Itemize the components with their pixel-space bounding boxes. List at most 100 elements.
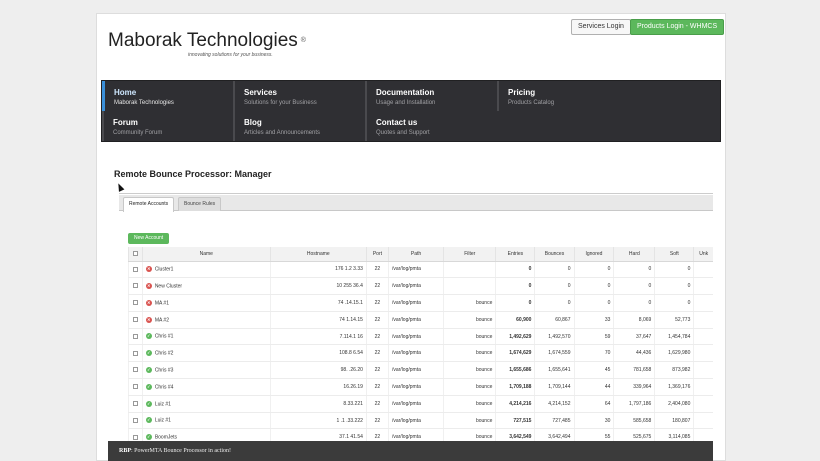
nav-item-subtitle: Products Catalog <box>508 100 555 106</box>
nav-item-contact[interactable]: Contact us Quotes and Support <box>365 111 495 141</box>
row-checkbox[interactable] <box>132 384 138 390</box>
account-name: Luiz #1 <box>154 417 171 424</box>
column-header[interactable]: Bounces <box>534 247 574 262</box>
cell-ignored: 70 <box>573 344 614 363</box>
column-header[interactable]: Filter <box>443 247 496 262</box>
cell-path: /var/log/pmta <box>387 311 444 329</box>
column-header[interactable]: Unk <box>693 247 713 262</box>
account-name: Chris #4 <box>154 384 174 391</box>
row-checkbox[interactable] <box>132 333 138 339</box>
cell-hostname: 74 1.14.15 <box>269 311 367 329</box>
column-header[interactable]: Entries <box>495 247 535 262</box>
table-row[interactable]: ✕ Cluster1 176 1.2 3.33 22/var/log/pmta 0 0 0 0… <box>128 261 713 279</box>
registered-mark: ® <box>300 37 306 45</box>
column-header[interactable]: Soft <box>654 247 694 262</box>
cell-ignored: 30 <box>573 412 614 430</box>
cell-hard: 0 <box>613 277 655 296</box>
table-row[interactable]: ✓ Luiz #1 1 .1 .33.222 22/var/log/pmta bounc… <box>128 412 713 430</box>
row-checkbox[interactable] <box>132 316 138 322</box>
cell-port: 22 <box>365 294 389 312</box>
nav-item-blog[interactable]: Blog Articles and Announcements <box>233 111 363 141</box>
column-header[interactable]: Ignored <box>573 247 614 262</box>
row-select-cell[interactable] <box>128 261 143 279</box>
row-select-cell[interactable] <box>128 294 143 312</box>
table-row[interactable]: ✕ New Cluster 10 255 36.4 22/var/log/pmta 0 0… <box>128 277 713 296</box>
cell-unknown <box>693 361 713 380</box>
error-circle-icon: ✕ <box>145 299 152 306</box>
products-login-button[interactable]: Products Login - WHMCS <box>630 19 725 35</box>
row-checkbox[interactable] <box>132 350 138 356</box>
tab-bar: Remote Accounts Bounce Rules <box>119 195 713 212</box>
cell-path: /var/log/pmta <box>387 261 444 279</box>
new-account-button[interactable]: New Account <box>128 233 170 244</box>
row-select-cell[interactable] <box>128 412 143 430</box>
table-row[interactable]: ✓ Chris #1 7.114.1 16 22/var/log/pmta bounce… <box>128 328 713 346</box>
row-checkbox[interactable] <box>132 367 138 373</box>
row-checkbox[interactable] <box>132 283 138 289</box>
account-name: MA #1 <box>154 300 169 307</box>
row-select-cell[interactable] <box>128 328 143 346</box>
row-checkbox[interactable] <box>132 400 138 406</box>
cell-filter: bounce <box>443 344 496 363</box>
nav-item-title: Services <box>244 88 277 97</box>
cell-hostname: 108.8 6.54 <box>269 344 367 363</box>
table-row[interactable]: ✓ Chris #4 16.26.19 22/var/log/pmta bounce 1,… <box>128 378 713 396</box>
tab-remote-accounts[interactable]: Remote Accounts <box>123 197 175 212</box>
nav-item-services[interactable]: Services Solutions for your Business <box>233 81 363 111</box>
column-header[interactable]: Path <box>387 247 444 262</box>
row-select-cell[interactable] <box>128 395 143 413</box>
row-checkbox[interactable] <box>132 266 138 272</box>
check-circle-icon: ✓ <box>145 350 152 357</box>
nav-item-pricing[interactable]: Pricing Products Catalog <box>497 81 627 111</box>
nav-item-forum[interactable]: Forum Community Forum <box>102 111 232 141</box>
column-header[interactable]: Hostname <box>269 247 367 262</box>
account-name: BoomJets <box>154 434 178 441</box>
tab-bounce-rules[interactable]: Bounce Rules <box>178 197 222 211</box>
cell-filter: bounce <box>443 361 496 380</box>
cell-path: /var/log/pmta <box>387 277 444 296</box>
cell-port: 22 <box>365 311 389 329</box>
row-select-cell[interactable] <box>128 277 143 296</box>
row-checkbox[interactable] <box>132 434 138 440</box>
row-select-cell[interactable] <box>128 378 143 396</box>
table-row[interactable]: ✓ Luiz #1 8.33.221 22/var/log/pmta bounce 4,2… <box>128 395 713 413</box>
cell-hostname: 10 255 36.4 <box>269 277 367 296</box>
cell-port: 22 <box>365 344 389 363</box>
account-name: Cluster1 <box>154 266 174 273</box>
row-select-cell[interactable] <box>128 361 143 380</box>
row-select-cell[interactable] <box>128 311 143 329</box>
column-header[interactable]: Port <box>365 247 389 262</box>
services-login-button[interactable]: Services Login <box>571 19 631 35</box>
cell-entries: 1,492,629 <box>495 328 535 346</box>
cell-filter: bounce <box>443 328 496 346</box>
cell-port: 22 <box>365 261 389 279</box>
cell-hard: 37,647 <box>613 328 655 346</box>
cell-name: ✕ Cluster1 <box>141 261 271 279</box>
table-row[interactable]: ✕ MA #1 74 .14.15.1 22/var/log/pmta bounce 0 0… <box>128 294 713 312</box>
cell-hard: 0 <box>613 261 655 279</box>
cell-bounces: 1,674,559 <box>534 344 574 363</box>
cell-bounces: 0 <box>534 261 574 279</box>
cell-name: ✓ Luiz #1 <box>141 412 271 430</box>
row-checkbox[interactable] <box>132 417 138 423</box>
app-top-border <box>119 193 713 194</box>
account-name: Chris #3 <box>154 367 174 374</box>
cell-hostname: 16.26.19 <box>269 378 367 396</box>
row-checkbox[interactable] <box>132 300 138 306</box>
header-select-all[interactable] <box>128 247 143 262</box>
error-circle-icon: ✕ <box>145 316 152 323</box>
cell-filter: bounce <box>443 294 496 312</box>
row-select-cell[interactable] <box>128 344 143 363</box>
nav-item-home[interactable]: Home Maborak Technologies <box>102 81 232 111</box>
column-header[interactable]: Name <box>141 247 271 262</box>
cell-soft: 2,404,080 <box>654 395 694 413</box>
table-row[interactable]: ✓ Chris #3 98. .26.20 22/var/log/pmta bounce… <box>128 361 713 380</box>
table-row[interactable]: ✓ Chris #2 108.8 6.54 22/var/log/pmta bounce… <box>128 344 713 363</box>
brand-title[interactable]: Maborak Technologies ® <box>108 30 306 52</box>
table-row[interactable]: ✕ MA #2 74 1.14.15 22/var/log/pmta bounce 60,… <box>128 311 713 329</box>
nav-item-title: Home <box>114 88 137 97</box>
select-all-checkbox[interactable] <box>132 250 138 256</box>
check-circle-icon: ✓ <box>145 383 152 390</box>
column-header[interactable]: Hard <box>613 247 655 262</box>
nav-item-documentation[interactable]: Documentation Usage and Installation <box>365 81 495 111</box>
